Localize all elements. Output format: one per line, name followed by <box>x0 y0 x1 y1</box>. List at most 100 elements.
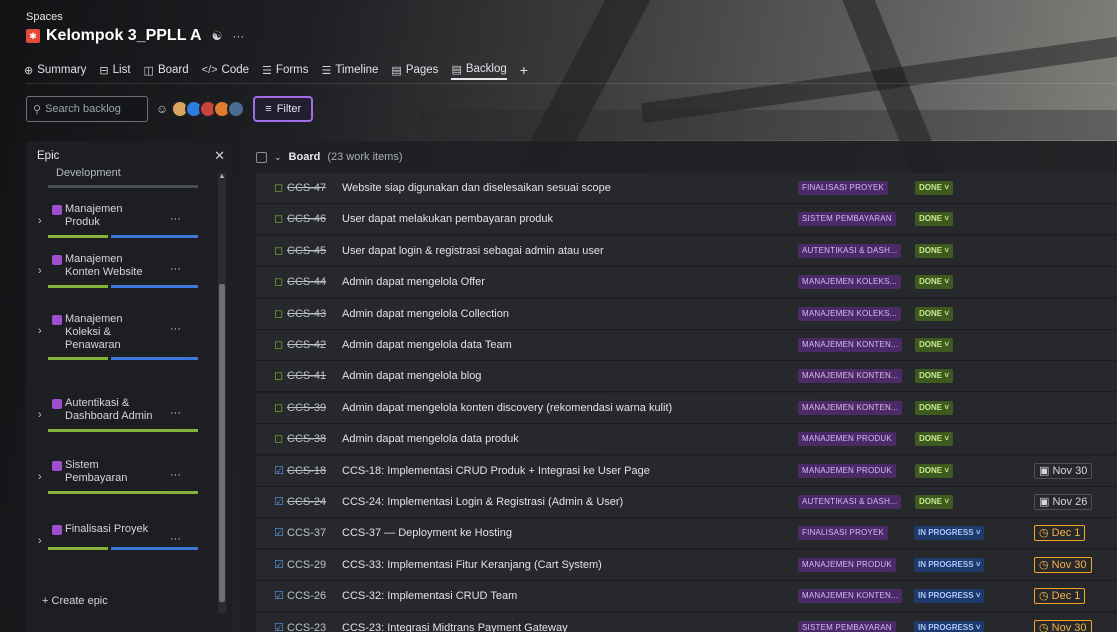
epic-item[interactable]: › Finalisasi Proyek ··· <box>34 523 214 550</box>
table-row[interactable]: ☑ CCS-37 CCS-37 — Deployment ke Hosting FIN… <box>256 518 1117 550</box>
issue-key[interactable]: CCS-29 <box>287 559 326 572</box>
table-row[interactable]: ☑ CCS-23 CCS-23: Integrasi Midtrans Paymen… <box>256 612 1117 632</box>
scroll-up-icon[interactable]: ▲ <box>218 173 226 180</box>
epic-lozenge[interactable]: AUTENTIKASI & DASH... <box>798 243 902 258</box>
epic-lozenge[interactable]: MANAJEMEN PRODUK <box>798 557 896 572</box>
chevron-right-icon[interactable]: › <box>38 471 52 483</box>
tab-pages[interactable]: ▤ Pages <box>391 62 438 80</box>
search-input[interactable]: ⚲ Search backlog <box>26 96 148 122</box>
epic-lozenge[interactable]: FINALISASI PROYEK <box>798 181 889 195</box>
issue-key[interactable]: CCS-41 <box>287 370 326 383</box>
issue-summary[interactable]: Website siap digunakan dan diselesaikan … <box>342 182 611 195</box>
table-row[interactable]: ◻ CCS-46 User dapat melakukan pembayaran p… <box>256 204 1117 236</box>
more-icon[interactable]: ··· <box>170 213 181 225</box>
chevron-right-icon[interactable]: › <box>38 265 52 277</box>
status-dropdown[interactable]: DONE ˅ <box>915 212 954 227</box>
due-date-badge[interactable]: ◷ Dec 1 <box>1034 525 1086 542</box>
epic-lozenge[interactable]: AUTENTIKASI & DASH... <box>798 495 902 509</box>
status-dropdown[interactable]: IN PROGRESS ˅ <box>914 620 985 632</box>
chevron-down-icon[interactable]: ⌄ <box>274 152 282 163</box>
issue-key[interactable]: CCS-37 <box>287 527 326 540</box>
table-row[interactable]: ◻ CCS-42 Admin dapat mengelola data Team MA… <box>256 330 1117 361</box>
epic-item[interactable]: › Manajemen Koleksi & Penawaran ··· <box>34 313 214 360</box>
select-all-checkbox[interactable] <box>256 151 267 163</box>
scrollbar-thumb[interactable] <box>219 284 225 602</box>
more-icon[interactable]: ··· <box>170 533 181 545</box>
status-dropdown[interactable]: IN PROGRESS ˅ <box>914 557 985 572</box>
issue-summary[interactable]: CCS-23: Integrasi Midtrans Payment Gatew… <box>342 622 568 632</box>
epic-lozenge[interactable]: SISTEM PEMBAYARAN <box>798 620 896 632</box>
due-date-badge[interactable]: ▣ Nov 26 <box>1034 494 1093 510</box>
epic-lozenge[interactable]: FINALISASI PROYEK <box>798 526 889 541</box>
status-dropdown[interactable]: DONE ˅ <box>915 432 954 447</box>
issue-summary[interactable]: User dapat melakukan pembayaran produk <box>342 213 553 226</box>
status-dropdown[interactable]: DONE ˅ <box>915 275 954 290</box>
more-icon[interactable]: ··· <box>170 469 181 481</box>
close-icon[interactable]: ✕ <box>214 149 225 162</box>
table-row[interactable]: ◻ CCS-47 Website siap digunakan dan disele… <box>256 173 1117 204</box>
due-date-badge[interactable]: ◷ Nov 30 <box>1034 619 1092 632</box>
issue-key[interactable]: CCS-18 <box>287 465 326 478</box>
tab-list[interactable]: ⊟ List <box>99 62 130 80</box>
issue-summary[interactable]: Admin dapat mengelola data produk <box>342 433 519 446</box>
table-row[interactable]: ◻ CCS-43 Admin dapat mengelola Collection M… <box>256 298 1117 330</box>
more-icon[interactable]: ··· <box>170 407 181 419</box>
issue-summary[interactable]: CCS-37 — Deployment ke Hosting <box>342 527 512 540</box>
issue-summary[interactable]: Admin dapat mengelola Offer <box>342 276 485 289</box>
issue-summary[interactable]: CCS-24: Implementasi Login & Registrasi … <box>342 496 623 509</box>
table-row[interactable]: ☑ CCS-26 CCS-32: Implementasi CRUD Team MAN… <box>256 581 1117 613</box>
epic-lozenge[interactable]: MANAJEMEN KONTEN... <box>798 589 903 604</box>
issue-key[interactable]: CCS-44 <box>287 276 326 289</box>
add-tab-icon[interactable]: + <box>520 62 528 80</box>
status-dropdown[interactable]: DONE ˅ <box>915 400 954 415</box>
status-dropdown[interactable]: DONE ˅ <box>915 338 954 352</box>
avatar[interactable] <box>227 100 246 118</box>
issue-key[interactable]: CCS-47 <box>287 182 326 195</box>
issue-summary[interactable]: User dapat login & registrasi sebagai ad… <box>342 245 604 258</box>
tab-board[interactable]: ◫ Board <box>144 62 189 80</box>
issue-summary[interactable]: Admin dapat mengelola blog <box>342 370 481 383</box>
issue-key[interactable]: CCS-24 <box>287 496 326 509</box>
status-dropdown[interactable]: DONE ˅ <box>915 306 954 321</box>
board-section-header[interactable]: ⌄ Board (23 work items) <box>240 141 1117 173</box>
more-icon[interactable]: ··· <box>170 263 181 275</box>
table-row[interactable]: ☑ CCS-24 CCS-24: Implementasi Login & Regi… <box>256 487 1117 518</box>
status-dropdown[interactable]: DONE ˅ <box>915 495 954 509</box>
status-dropdown[interactable]: DONE ˅ <box>915 369 954 384</box>
issue-key[interactable]: CCS-23 <box>287 622 326 632</box>
table-row[interactable]: ◻ CCS-39 Admin dapat mengelola konten disc… <box>256 392 1117 424</box>
epic-lozenge[interactable]: MANAJEMEN KONTEN... <box>798 369 903 384</box>
due-date-badge[interactable]: ◷ Nov 30 <box>1034 556 1092 573</box>
issue-summary[interactable]: CCS-32: Implementasi CRUD Team <box>342 590 517 603</box>
tab-forms[interactable]: ☰ Forms <box>262 62 308 80</box>
issue-summary[interactable]: Admin dapat mengelola Collection <box>342 308 509 321</box>
table-row[interactable]: ◻ CCS-45 User dapat login & registrasi seb… <box>256 235 1117 267</box>
chevron-right-icon[interactable]: › <box>38 409 52 421</box>
people-icon[interactable]: ☯ <box>212 29 223 43</box>
table-row[interactable]: ◻ CCS-38 Admin dapat mengelola data produk… <box>256 424 1117 456</box>
status-dropdown[interactable]: DONE ˅ <box>915 181 954 195</box>
status-dropdown[interactable]: DONE ˅ <box>915 463 954 478</box>
epic-lozenge[interactable]: MANAJEMEN PRODUK <box>798 463 896 478</box>
create-epic-button[interactable]: + Create epic <box>42 595 108 607</box>
status-dropdown[interactable]: IN PROGRESS ˅ <box>914 589 985 604</box>
tab-summary[interactable]: ⊕ Summary <box>24 62 86 80</box>
tab-backlog[interactable]: ▤ Backlog <box>451 62 507 80</box>
status-dropdown[interactable]: DONE ˅ <box>915 243 954 258</box>
table-row[interactable]: ☑ CCS-29 CCS-33: Implementasi Fitur Keranj… <box>256 549 1117 581</box>
issue-key[interactable]: CCS-39 <box>287 402 326 415</box>
epic-lozenge[interactable]: MANAJEMEN KONTEN... <box>798 338 903 352</box>
epic-lozenge[interactable]: MANAJEMEN PRODUK <box>798 432 896 447</box>
issue-key[interactable]: CCS-43 <box>287 308 326 321</box>
tab-timeline[interactable]: ☰ Timeline <box>322 62 379 80</box>
chevron-right-icon[interactable]: › <box>38 535 52 547</box>
breadcrumb-spaces[interactable]: Spaces <box>26 11 63 23</box>
epic-item[interactable]: › Sistem Pembayaran ··· <box>34 459 214 494</box>
epic-lozenge[interactable]: MANAJEMEN KONTEN... <box>798 400 903 415</box>
epic-lozenge[interactable]: MANAJEMEN KOLEKS... <box>798 306 901 321</box>
issue-summary[interactable]: Admin dapat mengelola konten discovery (… <box>342 402 672 415</box>
epic-item[interactable]: › Manajemen Konten Website ··· <box>34 253 214 288</box>
issue-key[interactable]: CCS-45 <box>287 245 326 258</box>
issue-summary[interactable]: CCS-33: Implementasi Fitur Keranjang (Ca… <box>342 559 602 572</box>
issue-summary[interactable]: Admin dapat mengelola data Team <box>342 339 512 352</box>
